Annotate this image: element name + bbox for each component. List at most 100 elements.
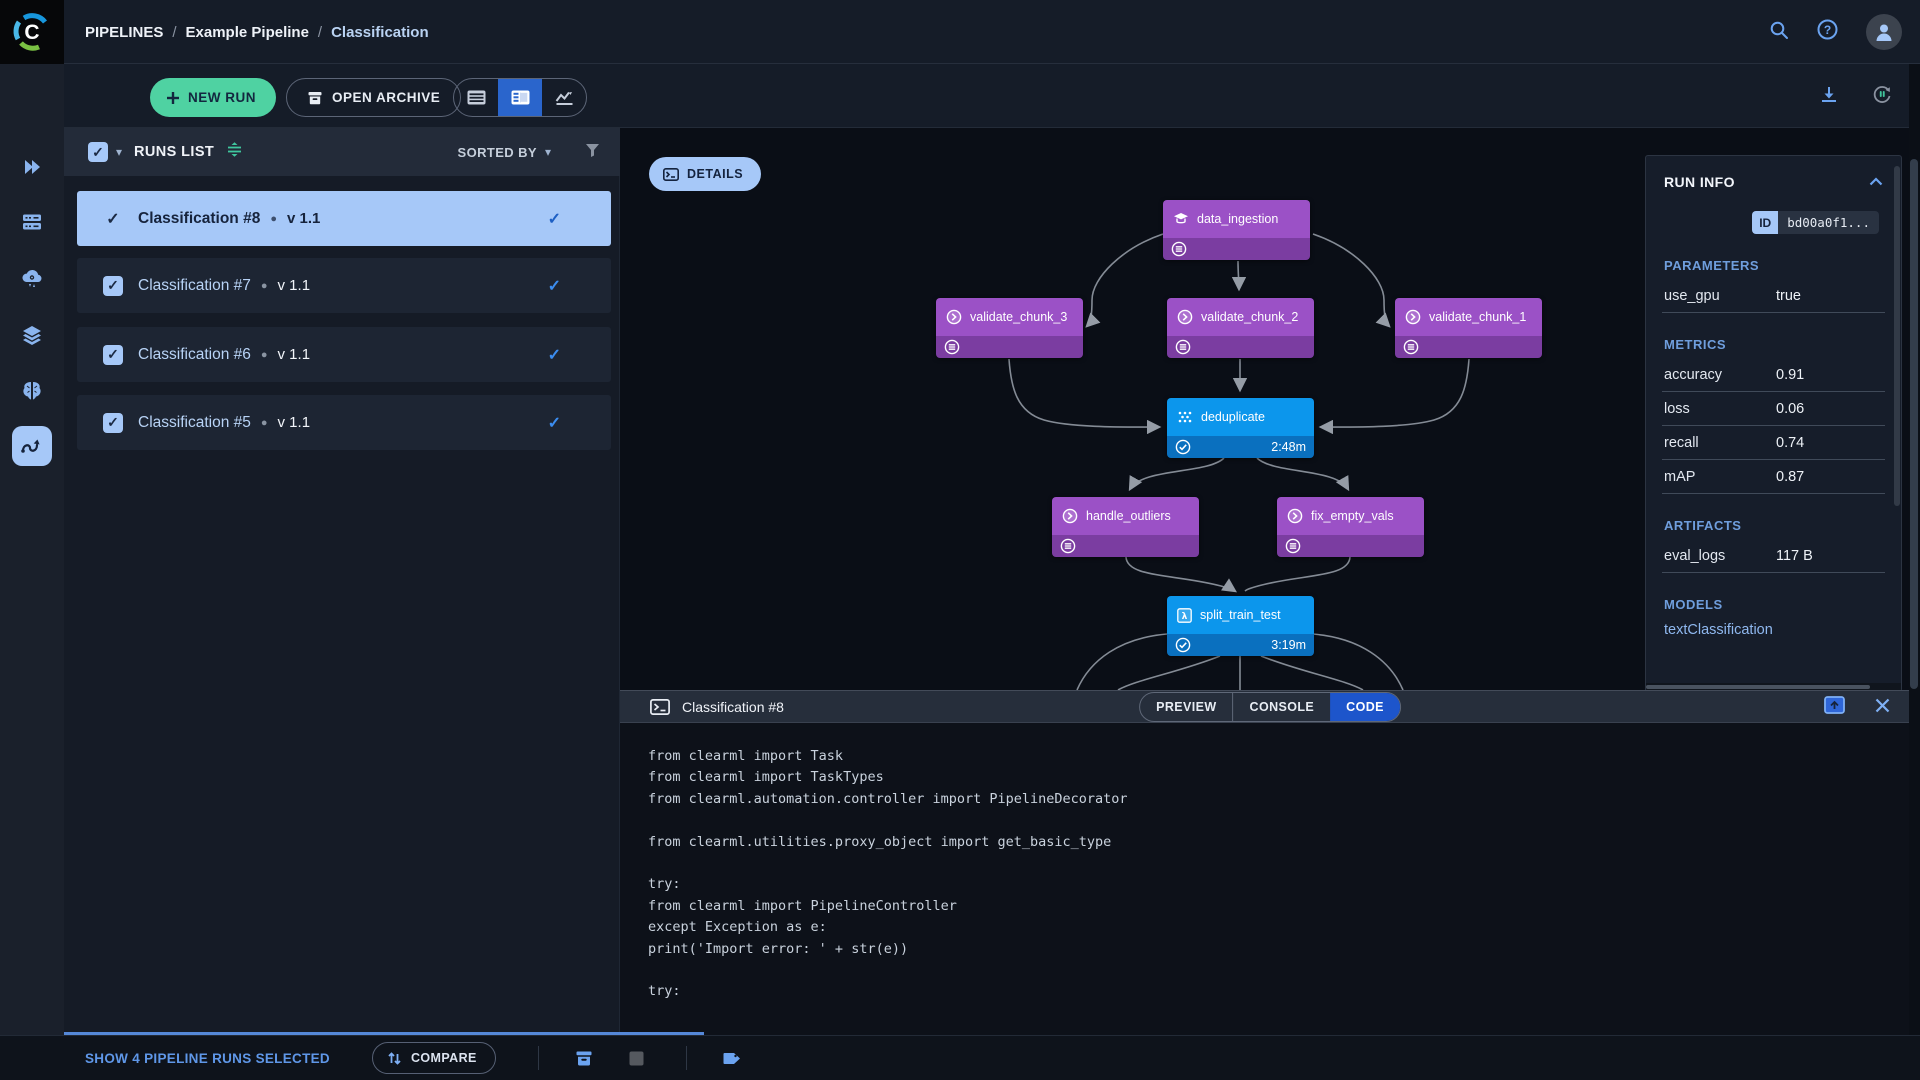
details-bottom-panel: Classification #8 PREVIEW CONSOLE CODE f…: [620, 690, 1920, 1035]
check-icon[interactable]: ✓: [103, 209, 123, 229]
table-view-icon: [467, 90, 485, 105]
sidebar-item-datasets[interactable]: [0, 324, 64, 346]
clearml-logo[interactable]: C: [0, 0, 64, 64]
node-label: handle_outliers: [1086, 509, 1171, 523]
open-archive-button[interactable]: OPEN ARCHIVE: [286, 78, 462, 117]
double-chevron-icon: [25, 160, 40, 174]
graph-node-validate-chunk-2[interactable]: validate_chunk_2: [1167, 298, 1314, 358]
abort-icon-disabled: [629, 1051, 644, 1066]
run-id-chip[interactable]: ID bd00a0f1...: [1752, 211, 1879, 234]
divider: [1662, 312, 1885, 313]
completed-status-icon: [1175, 439, 1191, 455]
run-info-title: RUN INFO: [1664, 174, 1735, 190]
artifact-label: eval_logs: [1664, 547, 1726, 564]
sorted-by-label[interactable]: SORTED BY: [458, 145, 537, 160]
view-toggle-split[interactable]: [498, 79, 542, 116]
code-viewer[interactable]: from clearml import Task from clearml im…: [648, 746, 1128, 1003]
panel-vertical-scrollbar[interactable]: [1894, 166, 1900, 506]
divider: [1662, 572, 1885, 573]
graph-node-split-train-test[interactable]: λ split_train_test 3:19m: [1167, 596, 1314, 656]
view-toggle-metrics[interactable]: [542, 79, 586, 116]
cached-status-icon: [1175, 339, 1191, 355]
selection-count-label[interactable]: SHOW 4 PIPELINE RUNS SELECTED: [85, 1051, 330, 1066]
artifact-value: 117 B: [1776, 547, 1813, 564]
graph-node-fix-empty-vals[interactable]: fix_empty_vals: [1277, 497, 1424, 557]
download-icon[interactable]: [1820, 85, 1838, 108]
graph-node-validate-chunk-3[interactable]: validate_chunk_3: [936, 298, 1083, 358]
parameter-row: use_gpu true: [1664, 279, 1883, 312]
model-link[interactable]: textClassification: [1664, 622, 1883, 638]
status-check-icon: ✓: [547, 277, 561, 295]
archive-icon[interactable]: [575, 1050, 593, 1067]
sidebar-item-pipelines[interactable]: [12, 426, 52, 466]
terminal-icon: [663, 167, 679, 181]
selection-footer: SHOW 4 PIPELINE RUNS SELECTED COMPARE: [0, 1032, 1920, 1080]
bullet-icon: ●: [270, 212, 277, 225]
run-row[interactable]: ✓ Classification #6 ● v 1.1 ✓: [77, 327, 611, 382]
cached-status-icon: [1171, 241, 1187, 257]
top-header: C PIPELINES / Example Pipeline / Classif…: [0, 0, 1920, 64]
auto-refresh-icon[interactable]: [1872, 84, 1892, 109]
breadcrumb-project[interactable]: Example Pipeline: [186, 24, 309, 41]
divider: [685, 1046, 687, 1070]
tab-console[interactable]: CONSOLE: [1232, 693, 1331, 721]
select-all-caret-icon[interactable]: ▾: [116, 145, 122, 159]
breadcrumb-section[interactable]: PIPELINES: [85, 24, 163, 41]
sorted-by-caret-icon[interactable]: ▾: [545, 145, 551, 159]
sidebar-item-projects[interactable]: [0, 156, 64, 178]
tab-preview[interactable]: PREVIEW: [1140, 693, 1232, 721]
run-checkbox[interactable]: ✓: [103, 275, 123, 296]
graph-node-handle-outliers[interactable]: handle_outliers: [1052, 497, 1199, 557]
new-run-button[interactable]: NEW RUN: [150, 78, 276, 117]
search-icon[interactable]: [1769, 20, 1789, 45]
filter-icon[interactable]: [585, 143, 600, 162]
runs-list-scrollbar[interactable]: [64, 1032, 704, 1035]
archive-icon: [308, 91, 322, 104]
select-all-checkbox[interactable]: ✓: [88, 142, 108, 162]
graph-node-validate-chunk-1[interactable]: validate_chunk_1: [1395, 298, 1542, 358]
code-text: from clearml import Task from clearml im…: [648, 748, 1128, 1000]
run-row[interactable]: ✓ Classification #7 ● v 1.1 ✓: [77, 258, 611, 313]
pipeline-icon: [21, 439, 40, 453]
help-icon[interactable]: ?: [1817, 19, 1838, 45]
metric-label: loss: [1664, 400, 1690, 417]
graph-node-deduplicate[interactable]: deduplicate 2:48m: [1167, 398, 1314, 458]
layers-icon: [23, 326, 41, 345]
run-checkbox[interactable]: ✓: [103, 412, 123, 433]
window-vertical-scrollbar[interactable]: [1909, 64, 1920, 1035]
new-run-label: NEW RUN: [188, 90, 256, 105]
run-row[interactable]: ✓ Classification #8 ● v 1.1 ✓: [77, 191, 611, 246]
sidebar-item-workers-queues[interactable]: [0, 211, 64, 233]
breadcrumb-separator: /: [172, 23, 177, 41]
cached-status-icon: [944, 339, 960, 355]
user-avatar[interactable]: [1866, 14, 1902, 50]
sidebar-item-models[interactable]: [0, 380, 64, 402]
close-icon[interactable]: [1875, 698, 1890, 718]
details-button[interactable]: DETAILS: [649, 157, 762, 191]
metric-label: mAP: [1664, 468, 1696, 485]
completed-status-icon: [1175, 637, 1191, 653]
run-row[interactable]: ✓ Classification #5 ● v 1.1 ✓: [77, 395, 611, 450]
sidebar-item-autoscalers[interactable]: [0, 266, 64, 290]
tab-code[interactable]: CODE: [1330, 693, 1400, 721]
graph-node-data-ingestion[interactable]: data_ingestion: [1163, 200, 1310, 260]
divider: [1662, 493, 1885, 494]
run-checkbox[interactable]: ✓: [103, 344, 123, 365]
run-name: Classification #5: [138, 413, 251, 431]
clearml-logo-icon: C: [13, 13, 47, 51]
tag-icon[interactable]: [723, 1051, 742, 1066]
metric-row: mAP 0.87: [1664, 460, 1883, 493]
details-panel-header: Classification #8 PREVIEW CONSOLE CODE: [620, 690, 1920, 723]
runs-list-panel: ✓ ▾ RUNS LIST SORTED BY ▾ ✓ Classificati…: [64, 128, 620, 1035]
expand-rows-icon[interactable]: [226, 141, 243, 163]
step-icon: [1287, 508, 1303, 524]
view-toggle-table[interactable]: [454, 79, 498, 116]
step-icon: [946, 309, 962, 325]
bullet-icon: ●: [260, 416, 268, 429]
compare-button[interactable]: COMPARE: [371, 1042, 496, 1074]
open-in-window-icon[interactable]: [1824, 696, 1845, 719]
collapse-panel-icon[interactable]: [1869, 173, 1883, 191]
metric-label: recall: [1664, 434, 1699, 451]
step-icon: [1177, 309, 1193, 325]
metric-row: accuracy 0.91: [1664, 358, 1883, 391]
